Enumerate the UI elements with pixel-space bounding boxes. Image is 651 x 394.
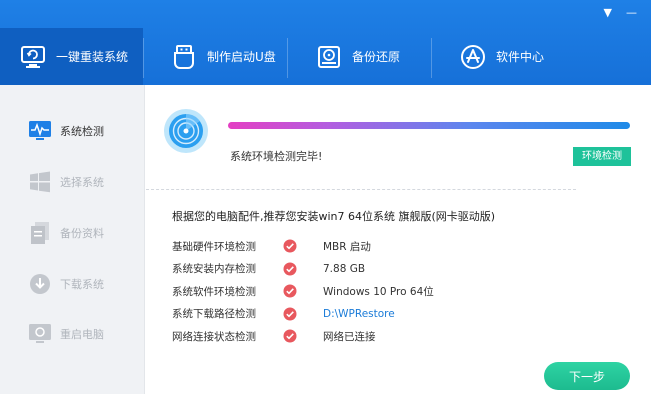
nav-divider: [143, 38, 144, 78]
check-row: 系统安装内存检测 7.88 GB: [172, 258, 434, 281]
nav-divider: [287, 38, 288, 78]
tab-label: 备份还原: [352, 50, 401, 64]
tab-label: 软件中心: [496, 50, 545, 64]
sidebar-item-label: 下载系统: [60, 278, 104, 291]
monitor-refresh-icon: [21, 45, 45, 68]
tab-backup-restore[interactable]: 备份还原: [316, 28, 400, 85]
check-passed-icon: [283, 284, 323, 298]
top-header: ▼ — 一键重装系统 制作启动U盘 备份还原 软件中心: [0, 0, 651, 85]
nav-divider: [431, 38, 432, 78]
tab-label: 一键重装系统: [56, 50, 129, 64]
sidebar-item-download-system[interactable]: 下载系统: [28, 270, 104, 298]
windows-logo-icon: [28, 170, 52, 194]
sidebar-item-restart-pc[interactable]: 重启电脑: [28, 320, 104, 348]
recommendation-text: 根据您的电脑配件,推荐您安装win7 64位系统 旗舰版(网卡驱动版): [172, 210, 496, 223]
detection-progress-bar: [228, 122, 630, 129]
check-row: 系统下载路径检测 D:\WPRestore: [172, 303, 434, 326]
check-label: 系统软件环境检测: [172, 285, 256, 298]
tab-software-center[interactable]: 软件中心: [460, 28, 544, 85]
check-row: 系统软件环境检测 Windows 10 Pro 64位: [172, 280, 434, 303]
usb-drive-icon: [174, 44, 194, 69]
sidebar-item-label: 系统检测: [60, 125, 104, 138]
check-passed-icon: [283, 329, 323, 343]
download-circle-icon: [28, 272, 52, 296]
check-label: 系统下载路径检测: [172, 308, 256, 321]
sidebar-item-label: 备份资料: [60, 227, 104, 240]
check-passed-icon: [283, 262, 323, 276]
dropdown-icon[interactable]: ▼: [604, 6, 612, 19]
download-path-link[interactable]: D:\WPRestore: [323, 308, 395, 320]
radar-scan-icon: [164, 109, 208, 153]
monitor-pulse-icon: [28, 119, 52, 143]
sidebar: 系统检测 选择系统 备份资料 下载系统 重启电脑: [0, 85, 145, 394]
documents-icon: [28, 221, 52, 245]
check-row: 网络连接状态检测 网络已连接: [172, 325, 434, 348]
sidebar-item-backup-data[interactable]: 备份资料: [28, 219, 104, 247]
divider: [146, 189, 576, 190]
check-passed-icon: [283, 307, 323, 321]
check-value: 网络已连接: [323, 330, 376, 343]
sidebar-item-label: 重启电脑: [60, 328, 104, 341]
tab-label: 制作启动U盘: [207, 50, 276, 64]
check-value: Windows 10 Pro 64位: [323, 285, 434, 298]
tab-one-key-reinstall[interactable]: 一键重装系统: [0, 28, 143, 85]
check-value: 7.88 GB: [323, 262, 366, 275]
window-controls: ▼ —: [604, 6, 637, 19]
check-label: 基础硬件环境检测: [172, 240, 256, 253]
next-step-button[interactable]: 下一步: [544, 362, 630, 390]
check-value: MBR 启动: [323, 240, 371, 253]
app-store-icon: [461, 44, 485, 69]
check-row: 基础硬件环境检测 MBR 启动: [172, 235, 434, 258]
tab-make-usb[interactable]: 制作启动U盘: [171, 28, 276, 85]
check-label: 网络连接状态检测: [172, 330, 256, 343]
environment-check-badge[interactable]: 环境检测: [573, 147, 631, 166]
main-panel: 系统环境检测完毕! 环境检测 根据您的电脑配件,推荐您安装win7 64位系统 …: [146, 85, 651, 394]
minimize-icon[interactable]: —: [626, 6, 637, 19]
restart-monitor-icon: [28, 322, 52, 346]
status-text: 系统环境检测完毕!: [230, 150, 323, 163]
sidebar-item-system-check[interactable]: 系统检测: [28, 117, 104, 145]
sidebar-item-select-system[interactable]: 选择系统: [28, 168, 104, 196]
hard-disk-icon: [318, 45, 340, 68]
check-passed-icon: [283, 239, 323, 253]
check-list: 基础硬件环境检测 MBR 启动 系统安装内存检测 7.88 GB 系统软件环境检…: [172, 235, 434, 348]
sidebar-item-label: 选择系统: [60, 176, 104, 189]
check-label: 系统安装内存检测: [172, 263, 256, 276]
